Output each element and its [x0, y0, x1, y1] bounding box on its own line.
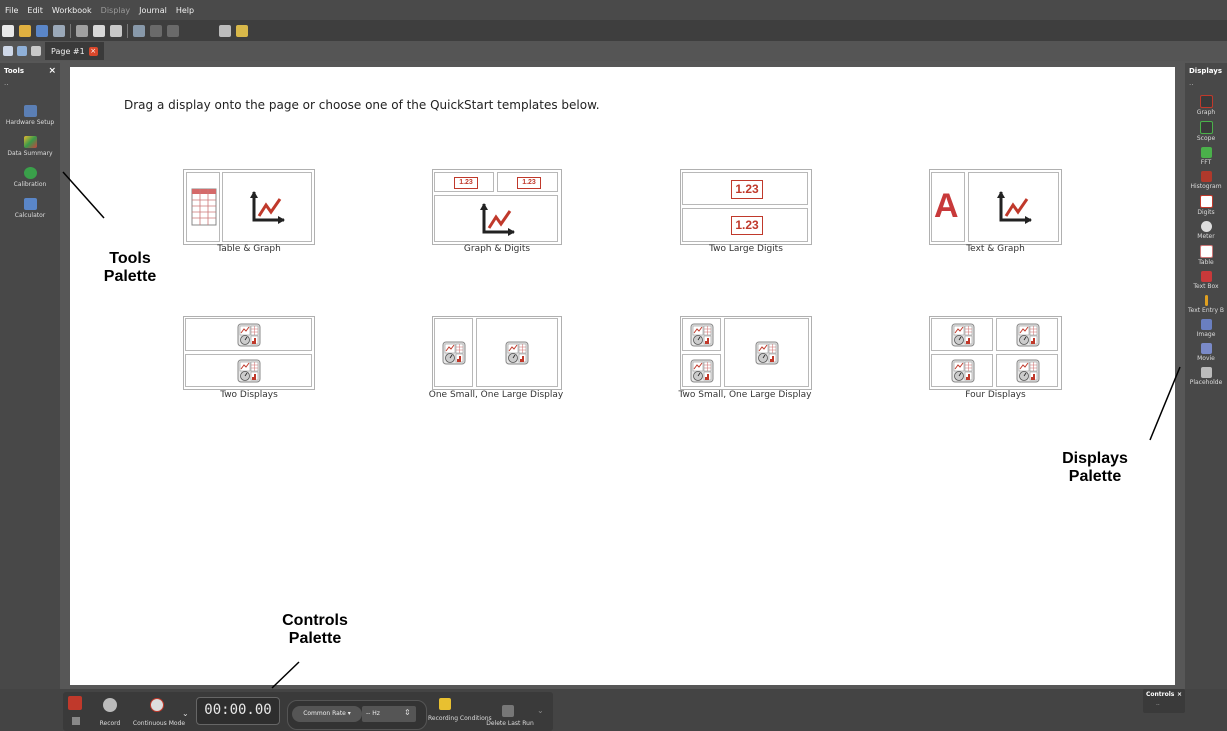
tools-pointer-line	[62, 171, 105, 219]
controls-pointer-line	[271, 661, 300, 689]
tools-palette-annotation: Tools Palette	[103, 250, 157, 285]
displays-palette-annotation: Displays Palette	[1062, 450, 1128, 485]
annotation-arrows	[62, 171, 1181, 689]
displays-pointer-line	[1149, 366, 1181, 441]
controls-palette-annotation: Controls Palette	[282, 612, 348, 647]
